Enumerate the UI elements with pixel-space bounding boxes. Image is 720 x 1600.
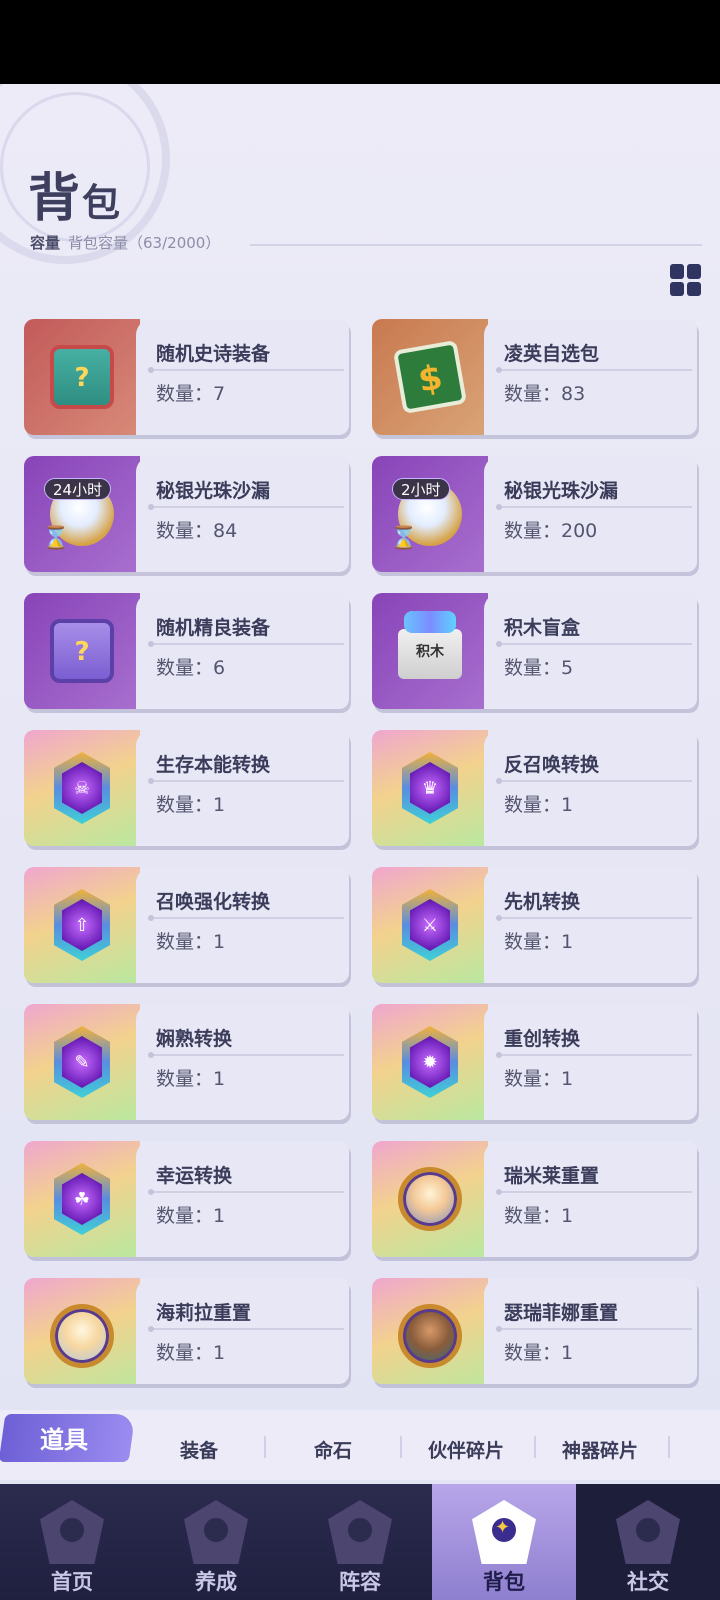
item-card[interactable]: ⌛ 24小时 秘银光珠沙漏 数量：84: [24, 456, 349, 572]
item-quantity: 数量：1: [156, 1068, 226, 1090]
item-name: 随机史诗装备: [156, 343, 271, 365]
item-name: 积木盲盒: [504, 617, 581, 639]
nav-develop[interactable]: 养成: [144, 1484, 288, 1600]
hourglass-icon: ⌛: [390, 526, 418, 551]
item-quantity: 数量：1: [504, 1068, 574, 1090]
nav-lineup-label: 阵容: [339, 1569, 381, 1594]
nav-social[interactable]: 社交: [576, 1484, 720, 1600]
item-name: 秘银光珠沙漏: [156, 480, 271, 502]
item-card[interactable]: ☠ 生存本能转换 数量：1: [24, 730, 349, 846]
item-quantity: 数量：1: [504, 794, 574, 816]
item-name: 瑟瑞菲娜重置: [504, 1302, 619, 1324]
fine-chest-icon: ?: [50, 619, 114, 683]
portrait-icon: [50, 1304, 114, 1368]
item-card[interactable]: ☘ 幸运转换 数量：1: [24, 1141, 349, 1257]
item-card[interactable]: ✎ 娴熟转换 数量：1: [24, 1004, 349, 1120]
select-pack-icon: $: [392, 339, 468, 415]
item-quantity: 数量：5: [504, 657, 574, 679]
timer-badge: 2小时: [392, 478, 450, 500]
item-name: 幸运转换: [156, 1165, 233, 1187]
item-card[interactable]: ? 随机精良装备 数量：6: [24, 593, 349, 709]
item-name: 娴熟转换: [156, 1028, 233, 1050]
epic-chest-icon: ?: [50, 345, 114, 409]
item-quantity: 数量：1: [156, 931, 226, 953]
item-quantity: 数量：1: [504, 1205, 574, 1227]
item-quantity: 数量：1: [156, 794, 226, 816]
item-quantity: 数量：1: [156, 1342, 226, 1364]
nav-home-label: 首页: [51, 1569, 93, 1594]
tab-artifact-shards[interactable]: 神器碎片: [562, 1436, 638, 1463]
item-name: 海莉拉重置: [156, 1302, 252, 1324]
nav-home[interactable]: 首页: [0, 1484, 144, 1600]
item-card[interactable]: ⌛ 2小时 秘银光珠沙漏 数量：200: [372, 456, 697, 572]
nav-backpack[interactable]: 背包: [432, 1484, 576, 1600]
page-title: 背包: [28, 156, 122, 231]
page-title-small: 包: [82, 180, 123, 225]
blind-box-icon: 积木: [398, 611, 462, 679]
item-name: 随机精良装备: [156, 617, 271, 639]
item-quantity: 数量：83: [504, 383, 586, 405]
tab-runestone[interactable]: 命石: [314, 1436, 352, 1463]
portrait-icon: [398, 1167, 462, 1231]
item-quantity: 数量：1: [156, 1205, 226, 1227]
item-name: 秘银光珠沙漏: [504, 480, 619, 502]
item-name: 重创转换: [504, 1028, 581, 1050]
item-quantity: 数量：6: [156, 657, 226, 679]
blind-box-label: 积木: [416, 644, 444, 660]
item-card[interactable]: ⚔ 先机转换 数量：1: [372, 867, 697, 983]
item-card[interactable]: 瑟瑞菲娜重置 数量：1: [372, 1278, 697, 1384]
item-card[interactable]: 积木 积木盲盒 数量：5: [372, 593, 697, 709]
item-name: 反召唤转换: [504, 754, 600, 776]
bottom-nav: 首页 养成 阵容 背包 社交: [0, 1484, 720, 1600]
item-name: 瑞米莱重置: [504, 1165, 600, 1187]
item-name: 召唤强化转换: [156, 891, 271, 913]
capacity-label: 容量: [30, 233, 61, 252]
backpack-panel: 背包 容量 背包容量（63/2000） ? 随机史诗装备 数量：7 $ 凌英自选…: [0, 84, 720, 1484]
nav-lineup[interactable]: 阵容: [288, 1484, 432, 1600]
capacity-divider: [250, 244, 702, 246]
item-quantity: 数量：200: [504, 520, 598, 542]
hourglass-icon: ⌛: [42, 526, 70, 551]
item-quantity: 数量：84: [156, 520, 238, 542]
item-quantity: 数量：1: [504, 1342, 574, 1364]
item-card[interactable]: ? 随机史诗装备 数量：7: [24, 319, 349, 435]
item-name: 生存本能转换: [156, 754, 271, 776]
item-quantity: 数量：1: [504, 931, 574, 953]
status-bar-area: [0, 0, 720, 84]
item-card[interactable]: 海莉拉重置 数量：1: [24, 1278, 349, 1384]
item-name: 先机转换: [504, 891, 581, 913]
capacity-row: 容量 背包容量（63/2000）: [30, 232, 220, 252]
grid-view-icon[interactable]: [670, 264, 702, 296]
tab-equipment[interactable]: 装备: [180, 1436, 218, 1463]
nav-develop-label: 养成: [195, 1569, 237, 1594]
tab-partner-shards[interactable]: 伙伴碎片: [428, 1436, 504, 1463]
nav-social-label: 社交: [627, 1569, 669, 1594]
nav-backpack-label: 背包: [483, 1569, 525, 1594]
tab-items-label[interactable]: 道具: [40, 1420, 88, 1455]
item-card[interactable]: $ 凌英自选包 数量：83: [372, 319, 697, 435]
page-title-main: 背: [28, 168, 83, 229]
item-card[interactable]: 瑞米莱重置 数量：1: [372, 1141, 697, 1257]
item-card[interactable]: ✹ 重创转换 数量：1: [372, 1004, 697, 1120]
portrait-icon: [398, 1304, 462, 1368]
item-quantity: 数量：7: [156, 383, 226, 405]
category-tabs: 道具 装备 命石 伙伴碎片 神器碎片: [0, 1410, 720, 1480]
capacity-value: 背包容量（63/2000）: [68, 233, 221, 252]
timer-badge: 24小时: [44, 478, 112, 500]
item-card[interactable]: ♛ 反召唤转换 数量：1: [372, 730, 697, 846]
item-name: 凌英自选包: [504, 343, 600, 365]
item-card[interactable]: ⇧ 召唤强化转换 数量：1: [24, 867, 349, 983]
